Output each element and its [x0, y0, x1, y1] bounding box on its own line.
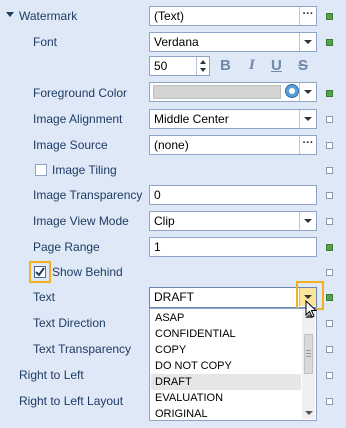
label-page-range: Page Range: [33, 240, 100, 254]
image-tiling-checkbox[interactable]: [35, 164, 47, 176]
property-marker-default: [326, 192, 333, 199]
row-show-behind[interactable]: Show Behind: [0, 259, 346, 285]
property-marker-set: [326, 13, 333, 20]
italic-button[interactable]: I: [249, 57, 255, 74]
label-right-to-left: Right to Left: [19, 368, 84, 382]
dropdown-option[interactable]: DO NOT COPY: [151, 358, 301, 374]
show-behind-checkbox[interactable]: [34, 266, 46, 278]
label-text-direction: Text Direction: [33, 316, 106, 330]
chevron-down-icon[interactable]: [299, 83, 316, 101]
property-marker-default: [326, 346, 333, 353]
grip-line: [306, 356, 311, 357]
strikeout-button[interactable]: S: [298, 57, 308, 74]
row-image-view-mode[interactable]: Image View Mode Clip: [0, 208, 346, 234]
text-select[interactable]: DRAFT: [149, 287, 317, 308]
image-source-field[interactable]: (none) ···: [149, 135, 317, 155]
text-dropdown-list[interactable]: ASAP CONFIDENTIAL COPY DO NOT COPY DRAFT…: [149, 308, 317, 421]
image-transparency-value: 0: [154, 188, 161, 202]
watermark-value: (Text): [154, 9, 184, 23]
ellipsis-icon[interactable]: ···: [299, 7, 316, 25]
label-image-tiling: Image Tiling: [52, 163, 117, 177]
chevron-down-icon[interactable]: [299, 33, 316, 51]
font-family-select[interactable]: Verdana: [149, 32, 317, 52]
row-text[interactable]: Text DRAFT: [0, 284, 346, 310]
row-page-range[interactable]: Page Range 1: [0, 234, 346, 260]
property-marker-default: [326, 142, 333, 149]
property-marker-set: [326, 39, 333, 46]
label-image-view-mode: Image View Mode: [33, 214, 129, 228]
row-image-source[interactable]: Image Source (none) ···: [0, 132, 346, 158]
label-image-alignment: Image Alignment: [33, 112, 123, 126]
font-size-spinner[interactable]: 50: [149, 56, 210, 76]
image-view-mode-value: Clip: [154, 214, 175, 228]
row-font[interactable]: Font Verdana: [0, 29, 346, 55]
image-transparency-input[interactable]: 0: [149, 185, 317, 205]
dropdown-option[interactable]: ASAP: [151, 310, 301, 326]
label-watermark: Watermark: [19, 9, 78, 23]
row-image-alignment[interactable]: Image Alignment Middle Center: [0, 106, 346, 132]
text-value: DRAFT: [154, 290, 194, 304]
dropdown-option[interactable]: EVALUATION: [151, 390, 301, 406]
bold-button[interactable]: B: [220, 57, 231, 74]
foreground-color-field[interactable]: [149, 82, 317, 102]
property-marker-set: [326, 294, 333, 301]
page-range-value: 1: [154, 240, 161, 254]
label-image-source: Image Source: [33, 138, 108, 152]
row-image-transparency[interactable]: Image Transparency 0: [0, 182, 346, 208]
row-watermark[interactable]: Watermark (Text) ···: [0, 3, 346, 29]
property-marker-default: [326, 167, 333, 174]
underline-button[interactable]: U: [271, 57, 282, 74]
color-picker-icon[interactable]: [285, 84, 299, 98]
label-text-transparency: Text Transparency: [33, 342, 132, 356]
property-marker-default: [326, 269, 333, 276]
spin-down-icon[interactable]: [200, 68, 206, 72]
dropdown-scrollbar[interactable]: [302, 310, 315, 419]
label-foreground-color: Foreground Color: [33, 86, 128, 100]
dropdown-option-selected[interactable]: DRAFT: [151, 374, 301, 390]
watermark-field[interactable]: (Text) ···: [149, 6, 317, 26]
grip-line: [306, 350, 311, 351]
image-source-value: (none): [154, 138, 189, 152]
image-view-mode-select[interactable]: Clip: [149, 211, 317, 231]
grip-line: [306, 353, 311, 354]
dropdown-option[interactable]: ORIGINAL: [151, 406, 301, 422]
property-marker-default: [326, 372, 333, 379]
image-alignment-select[interactable]: Middle Center: [149, 109, 317, 129]
spin-up-icon[interactable]: [200, 60, 206, 64]
property-marker-default: [326, 116, 333, 123]
property-marker-default: [326, 398, 333, 405]
label-font: Font: [33, 35, 58, 49]
check-icon: [35, 267, 45, 277]
label-right-to-left-layout: Right to Left Layout: [19, 394, 124, 408]
image-alignment-value: Middle Center: [154, 112, 229, 126]
label-show-behind: Show Behind: [52, 265, 123, 279]
row-image-tiling[interactable]: Image Tiling: [0, 157, 346, 183]
property-marker-set: [326, 244, 333, 251]
label-image-transparency: Image Transparency: [33, 188, 143, 202]
scroll-down-icon[interactable]: [305, 411, 313, 415]
chevron-down-icon[interactable]: [299, 110, 316, 128]
page-range-input[interactable]: 1: [149, 237, 317, 257]
collapse-icon[interactable]: [6, 12, 14, 17]
color-swatch: [153, 85, 281, 99]
property-marker-default: [326, 218, 333, 225]
dropdown-option[interactable]: CONFIDENTIAL: [151, 326, 301, 342]
chevron-down-icon[interactable]: [299, 212, 316, 230]
property-grid: Watermark (Text) ··· Font Verdana 50 B I…: [0, 0, 346, 428]
spin-buttons[interactable]: [196, 57, 209, 75]
ellipsis-icon[interactable]: ···: [299, 136, 316, 154]
property-marker-set: [326, 90, 333, 97]
property-marker-default: [326, 320, 333, 327]
dropdown-option[interactable]: COPY: [151, 342, 301, 358]
font-family-value: Verdana: [154, 35, 199, 49]
label-text: Text: [33, 290, 56, 304]
mouse-cursor-icon: [305, 300, 318, 318]
font-size-value: 50: [154, 59, 168, 73]
scroll-thumb[interactable]: [304, 334, 313, 374]
